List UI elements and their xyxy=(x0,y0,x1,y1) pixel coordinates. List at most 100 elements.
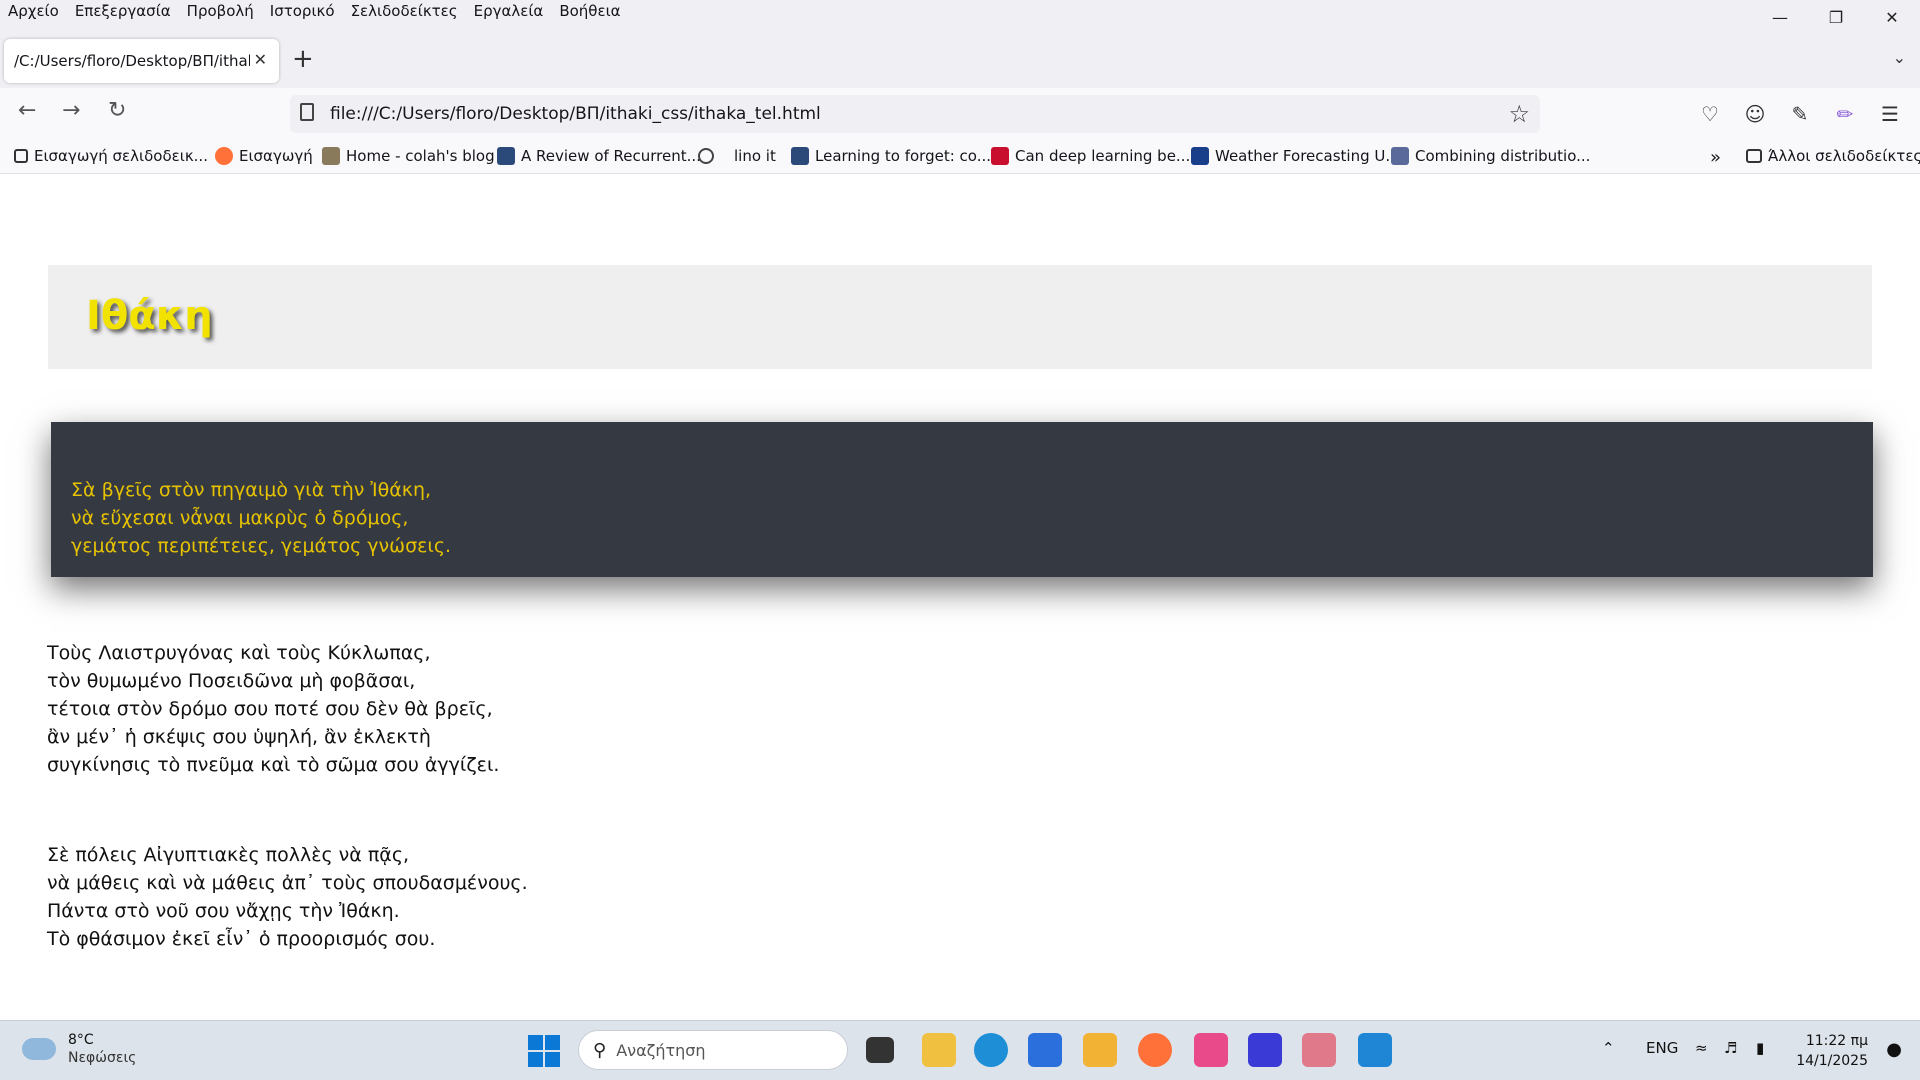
bookmark-label: Εισαγωγή xyxy=(239,147,313,165)
vscode-icon[interactable] xyxy=(1358,1033,1392,1067)
chevron-right-double-icon[interactable]: » xyxy=(1710,147,1721,168)
bookmark-label: Εισαγωγή σελιδοδεικ... xyxy=(34,147,208,165)
bookmark-icon xyxy=(791,147,809,165)
intro-box: Σὰ βγεῖς στὸν πηγαιμὸ γιὰ τὴν Ἰθάκη, νὰ … xyxy=(51,422,1873,577)
temperature: 8°C xyxy=(68,1032,94,1048)
import-icon xyxy=(14,149,28,163)
pen-icon[interactable]: ✏ xyxy=(1833,102,1857,126)
new-tab-icon[interactable]: + xyxy=(292,46,314,72)
menu-bar: Αρχείο Επεξεργασία Προβολή Ιστορικό Σελι… xyxy=(0,0,1920,28)
verse-line: Τοὺς Λαιστρυγόνας καὶ τοὺς Κύκλωπας, xyxy=(47,642,431,664)
volume-icon[interactable]: ♬ xyxy=(1724,1039,1737,1057)
page-content: Ιθάκη Σὰ βγεῖς στὸν πηγαιμὸ γιὰ τὴν Ἰθάκ… xyxy=(0,175,1920,1020)
weather-widget[interactable]: 8°C Νεφώσεις xyxy=(22,1031,136,1067)
browser-window: Αρχείο Επεξεργασία Προβολή Ιστορικό Σελι… xyxy=(0,0,1920,1080)
bookmark-label: Learning to forget: co... xyxy=(815,147,991,165)
taskbar: 8°C Νεφώσεις ⚲ Αναζήτηση ⌃ ENG ≈ ♬ ▮ 11:… xyxy=(0,1020,1920,1080)
header-box: Ιθάκη xyxy=(48,265,1872,369)
mathtype-icon[interactable] xyxy=(1248,1033,1282,1067)
blog-icon xyxy=(322,147,340,165)
task-view-icon[interactable] xyxy=(866,1037,894,1063)
store-icon[interactable] xyxy=(1028,1033,1062,1067)
firefox-icon xyxy=(215,147,233,165)
tab-title: /C:/Users/floro/Desktop/ΒΠ/ithaki_c xyxy=(14,52,250,70)
verse-line: γεμάτος περιπέτειες, γεμάτος γνώσεις. xyxy=(71,535,452,557)
verse-line: συγκίνησις τὸ πνεῦμα καὶ τὸ σῶμα σου ἀγγ… xyxy=(47,754,500,776)
bookmark-item[interactable]: A Review of Recurrent... xyxy=(497,147,701,165)
menu-view[interactable]: Προβολή xyxy=(187,2,254,20)
weather-condition: Νεφώσεις xyxy=(68,1050,137,1066)
forward-arrow-icon[interactable]: → xyxy=(62,100,80,122)
verse-line: νὰ μάθεις καὶ νὰ μάθεις ἀπ᾽ τοὺς σπουδασ… xyxy=(47,872,528,894)
notification-bell-icon[interactable]: ● xyxy=(1886,1039,1902,1060)
chevron-up-icon[interactable]: ⌃ xyxy=(1602,1039,1615,1057)
bookmark-item[interactable]: lino it xyxy=(698,147,776,165)
edge-icon[interactable] xyxy=(974,1033,1008,1067)
verse-line: τὸν θυμωμένο Ποσειδῶνα μὴ φοβᾶσαι, xyxy=(47,670,416,692)
bookmark-label: Can deep learning be... xyxy=(1015,147,1191,165)
windows-start-icon[interactable] xyxy=(528,1035,560,1067)
page-title: Ιθάκη xyxy=(86,293,213,339)
python-icon[interactable] xyxy=(922,1033,956,1067)
globe-icon xyxy=(698,148,714,164)
bookmark-item[interactable]: Weather Forecasting U... xyxy=(1191,147,1400,165)
bookmark-label: lino it xyxy=(734,147,776,165)
time: 11:22 πμ xyxy=(1805,1033,1868,1049)
other-bookmarks-label: Άλλοι σελιδοδείκτες xyxy=(1768,147,1920,165)
search-placeholder: Αναζήτηση xyxy=(616,1040,706,1060)
page-icon xyxy=(300,103,314,121)
menu-bookmarks[interactable]: Σελιδοδείκτες xyxy=(351,2,458,20)
bookmarks-bar: Εισαγωγή σελιδοδεικ... Εισαγωγή Home - c… xyxy=(0,140,1920,174)
verse-line: Σὲ πόλεις Αἰγυπτιακὲς πολλὲς νὰ πᾷς, xyxy=(47,844,410,866)
menu-file[interactable]: Αρχείο xyxy=(8,2,59,20)
wifi-icon[interactable]: ≈ xyxy=(1695,1039,1708,1057)
menu-history[interactable]: Ιστορικό xyxy=(270,2,335,20)
bookmark-label: Weather Forecasting U... xyxy=(1215,147,1400,165)
taskbar-search[interactable]: ⚲ Αναζήτηση xyxy=(578,1030,848,1070)
navigation-bar: ← → ↻ file:///C:/Users/floro/Desktop/ΒΠ/… xyxy=(0,88,1920,140)
bookmark-item[interactable]: Learning to forget: co... xyxy=(791,147,991,165)
reload-icon[interactable]: ↻ xyxy=(108,100,126,122)
menu-icon[interactable]: ☰ xyxy=(1878,102,1902,126)
bookmark-item[interactable]: Home - colah's blog xyxy=(322,147,495,165)
bookmark-item[interactable]: Combining distributio... xyxy=(1391,147,1590,165)
pocket-icon[interactable]: ♡ xyxy=(1698,102,1722,126)
tab-strip: /C:/Users/floro/Desktop/ΒΠ/ithaki_c ✕ + … xyxy=(0,28,1920,88)
menu-edit[interactable]: Επεξεργασία xyxy=(75,2,171,20)
verse-line: Πάντα στὸ νοῦ σου νἄχῃς τὴν Ἰθάκη. xyxy=(47,900,400,922)
webstorm-icon[interactable] xyxy=(1302,1033,1336,1067)
language-indicator[interactable]: ENG xyxy=(1646,1039,1678,1057)
verse-line: Τὸ φθάσιμον ἐκεῖ εἶν᾽ ὁ προορισμός σου. xyxy=(47,928,436,950)
search-icon: ⚲ xyxy=(593,1039,607,1061)
stanza-2: Σὲ πόλεις Αἰγυπτιακὲς πολλὲς νὰ πᾷς, νὰ … xyxy=(47,841,528,953)
clock[interactable]: 11:22 πμ 14/1/2025 xyxy=(1796,1031,1868,1071)
date: 14/1/2025 xyxy=(1796,1053,1868,1069)
bookmark-label: Home - colah's blog xyxy=(346,147,495,165)
bookmark-icon xyxy=(1391,147,1409,165)
other-bookmarks[interactable]: Άλλοι σελιδοδείκτες xyxy=(1746,147,1920,165)
star-icon[interactable]: ☆ xyxy=(1508,100,1530,128)
bookmark-item[interactable]: Εισαγωγή σελιδοδεικ... xyxy=(14,147,208,165)
menu-help[interactable]: Βοήθεια xyxy=(559,2,620,20)
active-tab[interactable]: /C:/Users/floro/Desktop/ΒΠ/ithaki_c ✕ xyxy=(4,39,279,83)
chevron-down-icon[interactable]: ⌄ xyxy=(1893,48,1906,67)
url-bar[interactable]: file:///C:/Users/floro/Desktop/ΒΠ/ithaki… xyxy=(290,95,1540,133)
bookmark-item[interactable]: Can deep learning be... xyxy=(991,147,1190,165)
back-arrow-icon[interactable]: ← xyxy=(18,100,36,122)
extensions-icon[interactable]: ✎ xyxy=(1788,102,1812,126)
close-tab-icon[interactable]: ✕ xyxy=(254,50,267,69)
menu-tools[interactable]: Εργαλεία xyxy=(474,2,544,20)
bookmark-item[interactable]: Εισαγωγή xyxy=(215,147,313,165)
bookmark-label: A Review of Recurrent... xyxy=(521,147,701,165)
bookmark-icon xyxy=(991,147,1009,165)
snipping-tool-icon[interactable] xyxy=(1194,1033,1228,1067)
cloud-icon xyxy=(22,1038,56,1060)
verse-line: νὰ εὔχεσαι νἆναι μακρὺς ὁ δρόμος, xyxy=(71,507,409,529)
battery-icon[interactable]: ▮ xyxy=(1756,1039,1764,1057)
intro-verse: Σὰ βγεῖς στὸν πηγαιμὸ γιὰ τὴν Ἰθάκη, νὰ … xyxy=(71,476,451,560)
file-explorer-icon[interactable] xyxy=(1083,1033,1117,1067)
account-icon[interactable]: ☺ xyxy=(1743,102,1767,126)
bookmark-icon xyxy=(497,147,515,165)
verse-line: τέτοια στὸν δρόμο σου ποτέ σου δὲν θὰ βρ… xyxy=(47,698,493,720)
firefox-taskbar-icon[interactable] xyxy=(1138,1033,1172,1067)
